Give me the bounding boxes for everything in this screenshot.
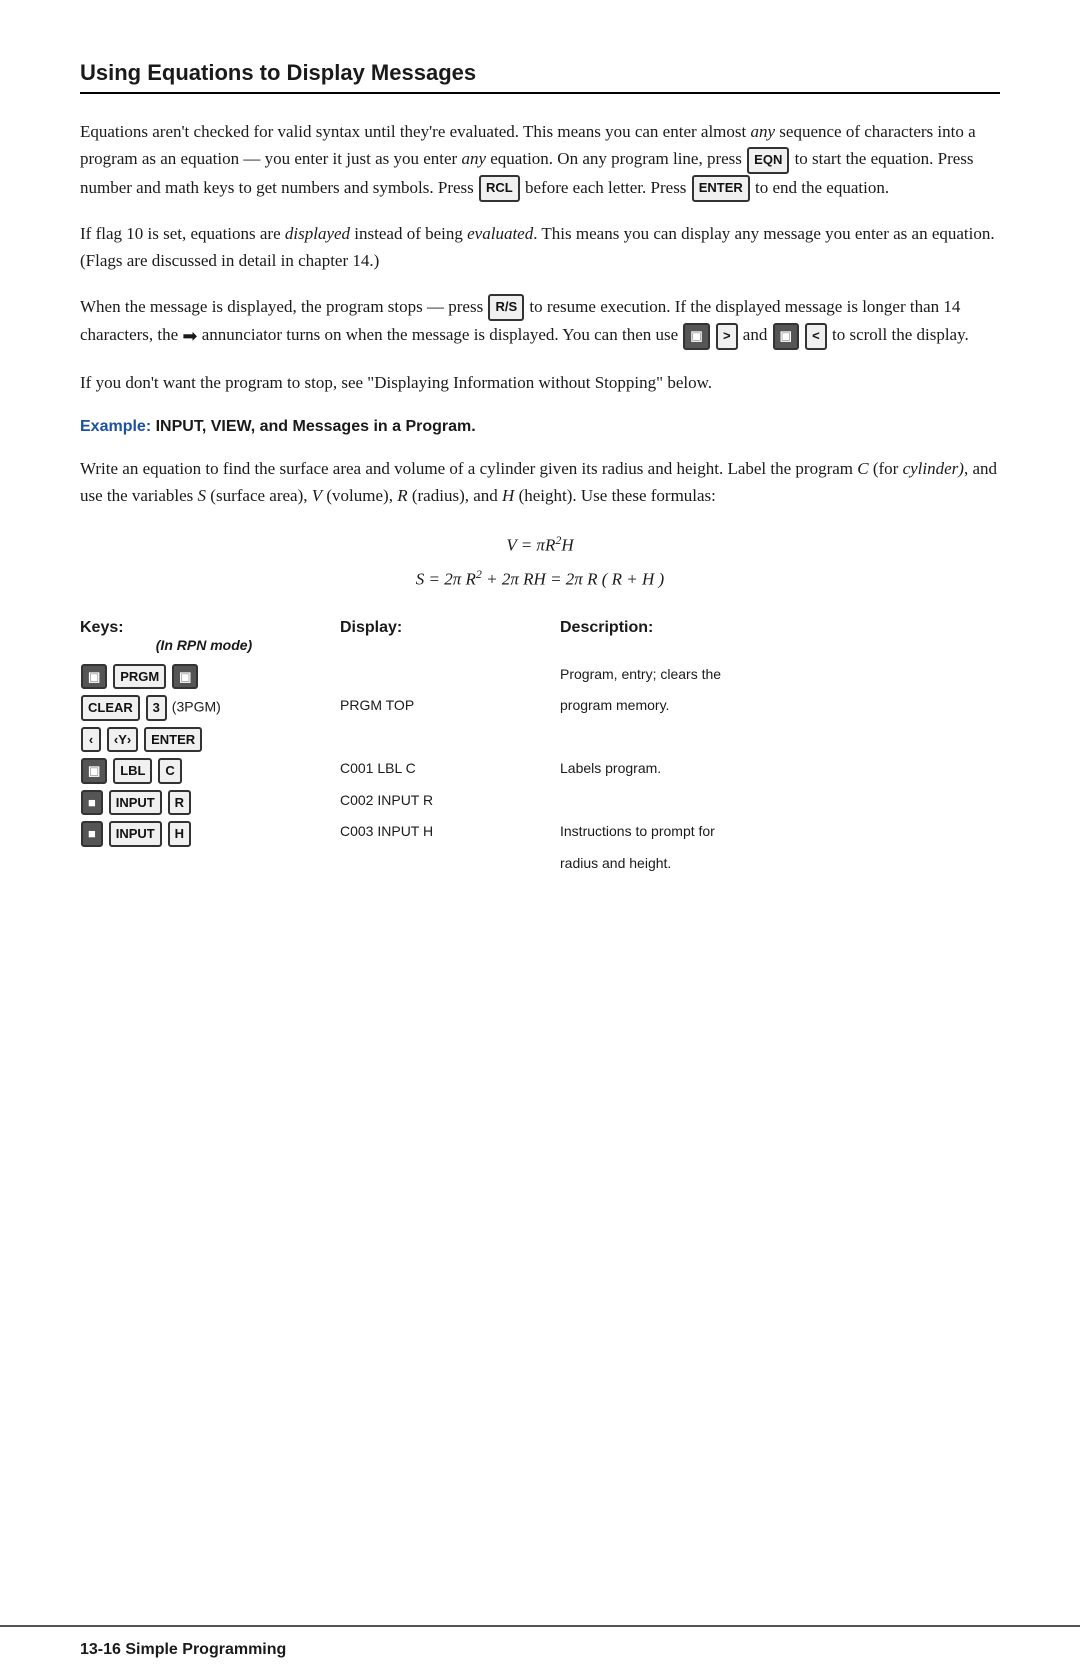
key-shift-1: ▣ bbox=[683, 323, 709, 350]
key-clear: CLEAR bbox=[81, 695, 140, 721]
key-enter: ENTER bbox=[692, 175, 750, 202]
row5-desc bbox=[560, 787, 1000, 819]
row6-desc: Instructions to prompt for bbox=[560, 818, 1000, 850]
example-title: INPUT, VIEW, and Messages in a Program. bbox=[156, 418, 476, 435]
row5-keys: ■ INPUT R bbox=[80, 787, 340, 819]
row7-display bbox=[340, 850, 560, 877]
paragraph-3: When the message is displayed, the progr… bbox=[80, 293, 1000, 351]
key-right-angle: > bbox=[716, 323, 738, 350]
row3-display bbox=[340, 724, 560, 756]
italic-V: V bbox=[312, 486, 322, 505]
key-eqn: EQN bbox=[747, 147, 789, 174]
italic-any-2: any bbox=[461, 149, 486, 168]
header-description: Description: bbox=[560, 615, 1000, 661]
key-shift-lbl: ▣ bbox=[81, 758, 107, 784]
key-3: 3 bbox=[146, 695, 167, 721]
table-row: ▣ PRGM ▣ Program, entry; clears the bbox=[80, 661, 1000, 693]
row6-keys: ■ INPUT H bbox=[80, 818, 340, 850]
italic-R: R bbox=[397, 486, 407, 505]
row7-desc: radius and height. bbox=[560, 850, 1000, 877]
key-prgm-1: PRGM bbox=[113, 664, 166, 690]
key-shift-input-h: ■ bbox=[81, 821, 103, 847]
footer-text: 13-16 Simple Programming bbox=[80, 1641, 286, 1658]
italic-H: H bbox=[502, 486, 514, 505]
key-rcl: RCL bbox=[479, 175, 520, 202]
row2-desc: program memory. bbox=[560, 692, 1000, 724]
paragraph-2: If flag 10 is set, equations are display… bbox=[80, 220, 1000, 274]
italic-C: C bbox=[857, 459, 868, 478]
header-keys: Keys: (In RPN mode) bbox=[80, 615, 340, 661]
table-row: CLEAR 3 (3PGM) PRGM TOP program memory. bbox=[80, 692, 1000, 724]
key-C: C bbox=[158, 758, 181, 784]
formula-2: S = 2π R2 + 2π RH = 2π R ( R + H ) bbox=[80, 562, 1000, 597]
italic-any-1: any bbox=[751, 122, 776, 141]
row1-desc: Program, entry; clears the bbox=[560, 661, 1000, 693]
page-title: Using Equations to Display Messages bbox=[80, 60, 1000, 94]
row4-desc: Labels program. bbox=[560, 755, 1000, 787]
key-shift-prgm-2: ▣ bbox=[172, 664, 198, 690]
row7-keys bbox=[80, 850, 340, 877]
key-input-r: INPUT bbox=[109, 790, 162, 816]
formula-1: V = πR2H bbox=[80, 528, 1000, 563]
table-row: ■ INPUT R C002 INPUT R bbox=[80, 787, 1000, 819]
row3-desc bbox=[560, 724, 1000, 756]
key-shift-prgm-1: ▣ bbox=[81, 664, 107, 690]
row2-keys: CLEAR 3 (3PGM) bbox=[80, 692, 340, 724]
paragraph-4: If you don't want the program to stop, s… bbox=[80, 369, 1000, 396]
table-row: radius and height. bbox=[80, 850, 1000, 877]
program-table: Keys: (In RPN mode) Display: Description… bbox=[80, 615, 1000, 877]
key-enter-2: ENTER bbox=[144, 727, 202, 753]
example-heading: Example: INPUT, VIEW, and Messages in a … bbox=[80, 414, 1000, 440]
example-label: Example: bbox=[80, 418, 151, 435]
key-H: H bbox=[168, 821, 191, 847]
italic-evaluated: evaluated bbox=[467, 224, 533, 243]
formula-block: V = πR2H S = 2π R2 + 2π RH = 2π R ( R + … bbox=[80, 528, 1000, 597]
italic-S: S bbox=[198, 486, 207, 505]
row3-keys: ‹ ‹Y› ENTER bbox=[80, 724, 340, 756]
row2-display: PRGM TOP bbox=[340, 692, 560, 724]
table-row: ‹ ‹Y› ENTER bbox=[80, 724, 1000, 756]
key-ly: ‹Y› bbox=[107, 727, 138, 753]
row6-display: C003 INPUT H bbox=[340, 818, 560, 850]
key-langle: ‹ bbox=[81, 727, 101, 753]
row4-display: C001 LBL C bbox=[340, 755, 560, 787]
key-rs: R/S bbox=[488, 294, 524, 321]
key-shift-input-r: ■ bbox=[81, 790, 103, 816]
paragraph-1: Equations aren't checked for valid synta… bbox=[80, 118, 1000, 202]
key-left-angle: < bbox=[805, 323, 827, 350]
example-description: Write an equation to find the surface ar… bbox=[80, 455, 1000, 509]
row2-keys-label: (3PGM) bbox=[172, 699, 221, 715]
italic-cylinder: cylinder) bbox=[903, 459, 964, 478]
footer: 13-16 Simple Programming bbox=[0, 1625, 1080, 1673]
key-lbl: LBL bbox=[113, 758, 152, 784]
italic-displayed: displayed bbox=[285, 224, 350, 243]
key-shift-2: ▣ bbox=[773, 323, 799, 350]
row4-keys: ▣ LBL C bbox=[80, 755, 340, 787]
row1-display bbox=[340, 661, 560, 693]
row1-keys: ▣ PRGM ▣ bbox=[80, 661, 340, 693]
header-display: Display: bbox=[340, 615, 560, 661]
table-row: ▣ LBL C C001 LBL C Labels program. bbox=[80, 755, 1000, 787]
key-input-h: INPUT bbox=[109, 821, 162, 847]
arrow-right-icon: ➡ bbox=[182, 322, 197, 351]
row5-display: C002 INPUT R bbox=[340, 787, 560, 819]
key-R: R bbox=[168, 790, 191, 816]
table-row: ■ INPUT H C003 INPUT H Instructions to p… bbox=[80, 818, 1000, 850]
